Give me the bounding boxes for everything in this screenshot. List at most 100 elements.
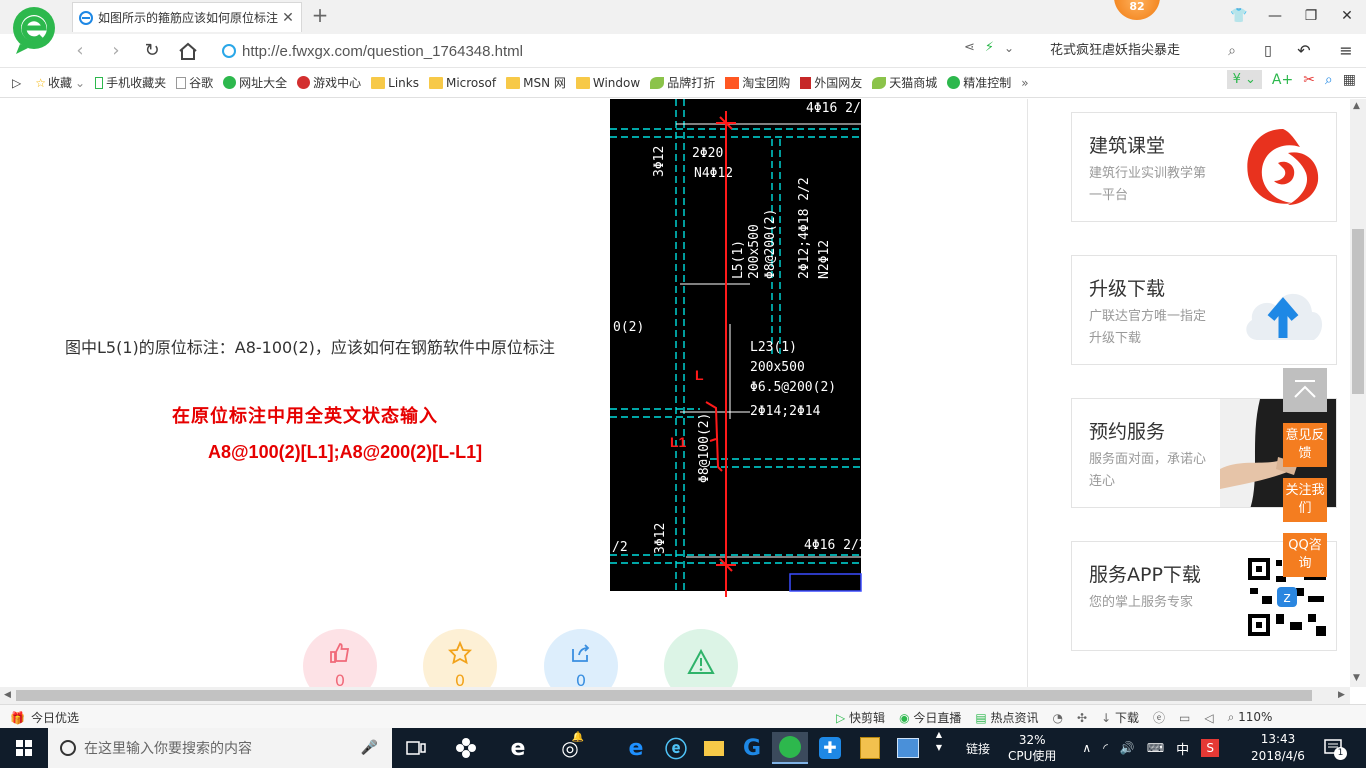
action-center-icon[interactable]: 1 — [1322, 736, 1347, 760]
search-icon[interactable]: ⌕ — [1228, 39, 1236, 63]
share-button[interactable]: 0 — [544, 629, 618, 687]
taskbar-clock[interactable]: 13:43 2018/4/6 — [1246, 731, 1310, 765]
follow-button[interactable]: 关注我们 — [1283, 478, 1327, 522]
feedback-button[interactable]: 意见反馈 — [1283, 423, 1327, 467]
notification-badge[interactable]: 82 — [1114, 0, 1160, 20]
speed-icon[interactable]: ◔ — [1053, 711, 1063, 725]
search-input[interactable]: 花式疯狂虐妖指尖暴走 ⌕ — [1042, 39, 1242, 63]
ie-blue-app-icon[interactable]: ⓔ — [658, 732, 694, 764]
window-icon[interactable]: ▭ — [1179, 711, 1190, 725]
scroll-up-icon[interactable]: ▲ — [1353, 101, 1360, 111]
zoom-level[interactable]: ⌕ 110% — [1228, 710, 1273, 725]
pinwheel-app-icon[interactable] — [448, 732, 484, 764]
sidebar-toggle-icon[interactable]: ▷ — [12, 76, 21, 90]
skin-icon[interactable]: 👕 — [1226, 6, 1252, 26]
pin-icon[interactable]: ✣ — [1077, 711, 1087, 725]
bookmark-brand[interactable]: 品牌打折 — [650, 74, 715, 91]
search-ext-icon[interactable]: ⌕ — [1325, 72, 1333, 88]
bookmark-taobao[interactable]: 淘宝团购 — [725, 74, 790, 91]
wifi-icon[interactable]: ◜ — [1103, 741, 1108, 755]
blue-tool-app-icon[interactable]: ✚ — [812, 732, 848, 764]
favorite-button[interactable]: 0 — [423, 629, 497, 687]
bookmark-games[interactable]: 游戏中心 — [297, 74, 361, 91]
ie-app-icon[interactable]: e — [500, 732, 536, 764]
sogou-ime-icon[interactable]: S — [1201, 739, 1220, 757]
taskbar-overflow[interactable]: ▲ ▼ — [934, 728, 944, 768]
bookmark-foreign[interactable]: 外国网友 — [800, 74, 862, 91]
edge-app-icon[interactable]: e — [618, 732, 654, 764]
menu-icon[interactable]: ≡ — [1334, 40, 1358, 62]
card-title: 建筑课堂 — [1089, 135, 1166, 157]
bookmark-windows[interactable]: Window — [575, 76, 640, 90]
bookmark-microsoft[interactable]: Microsof — [428, 76, 496, 90]
task-view-icon[interactable] — [398, 732, 434, 764]
apps-grid-icon[interactable]: ▦ — [1343, 72, 1356, 88]
scroll-thumb[interactable] — [1352, 229, 1364, 394]
yen-icon[interactable]: ¥ ⌄ — [1226, 70, 1262, 89]
file-explorer-icon[interactable] — [696, 732, 732, 764]
360-browser-app-icon[interactable] — [772, 732, 808, 764]
blue-window-app-icon[interactable] — [890, 732, 926, 764]
ime-indicator[interactable]: 中 — [1176, 739, 1189, 758]
bookmark-msn[interactable]: MSN 网 — [506, 74, 566, 91]
like-button[interactable]: 0 — [303, 629, 377, 687]
sound-icon[interactable]: ◁ — [1204, 711, 1213, 725]
tray-link-label[interactable]: 链接 — [966, 740, 990, 757]
bookmark-favorites[interactable]: ☆ 收藏 ⌄ — [35, 74, 85, 91]
glodon-app-icon[interactable]: G — [734, 732, 770, 764]
forward-icon[interactable]: › — [104, 40, 128, 62]
scroll-right-icon[interactable]: ▶ — [1338, 690, 1345, 700]
browser-logo-icon[interactable] — [10, 6, 58, 56]
minimize-icon[interactable]: — — [1262, 6, 1288, 26]
vertical-scrollbar[interactable]: ▲ ▼ — [1350, 99, 1366, 687]
scissors-icon[interactable]: ✂ — [1303, 72, 1315, 88]
qq-consult-button[interactable]: QQ咨询 — [1283, 533, 1327, 577]
back-to-top-button[interactable] — [1283, 368, 1327, 412]
status-clip[interactable]: ▷ 快剪辑 — [836, 709, 885, 726]
status-left[interactable]: 🎁 今日优选 — [10, 709, 79, 726]
ie-mode-icon[interactable]: ⓔ — [1153, 709, 1165, 726]
tab-active[interactable]: 如图所示的箍筋应该如何原位标注 ✕ — [72, 2, 302, 32]
notepad-app-icon[interactable] — [852, 732, 888, 764]
bookmark-tmall[interactable]: 天猫商城 — [872, 74, 937, 91]
sidebar-card-upgrade[interactable]: 升级下载 广联达官方唯一指定升级下载 — [1071, 255, 1337, 365]
volume-icon[interactable]: 🔊 — [1120, 741, 1135, 755]
scroll-left-icon[interactable]: ◀ — [4, 690, 11, 700]
tray-expand-icon[interactable]: ∧ — [1082, 741, 1091, 755]
restore-icon[interactable]: ❐ — [1298, 6, 1324, 26]
status-download[interactable]: ↓ 下载 — [1101, 709, 1139, 726]
keyboard-icon[interactable]: ⌨ — [1147, 741, 1164, 755]
scroll-thumb[interactable] — [16, 690, 1312, 701]
new-tab-button[interactable]: + — [308, 4, 332, 28]
bookmark-precise[interactable]: 精准控制 — [947, 74, 1011, 91]
bookmarks-more[interactable]: » — [1021, 76, 1028, 90]
chevron-down-icon[interactable]: ⌄ — [1004, 41, 1014, 55]
bookmark-links[interactable]: Links — [371, 76, 419, 90]
cpu-usage[interactable]: 32% CPU使用 — [1008, 732, 1056, 764]
home-icon[interactable] — [176, 40, 200, 62]
status-live[interactable]: ◉ 今日直播 — [899, 709, 961, 726]
refresh-icon[interactable]: ↻ — [140, 40, 164, 62]
bookmark-mobile[interactable]: 手机收藏夹 — [95, 74, 166, 91]
close-window-icon[interactable]: ✕ — [1334, 6, 1360, 26]
back-icon[interactable]: ‹ — [68, 40, 92, 62]
windows-start-icon[interactable] — [0, 728, 48, 768]
bookmark-google[interactable]: 谷歌 — [176, 74, 213, 91]
taskbar-search-input[interactable]: 在这里输入你要搜索的内容 🎤 — [48, 728, 392, 768]
share-icon[interactable]: ⋖ — [964, 40, 975, 55]
scroll-down-icon[interactable]: ▼ — [1353, 673, 1360, 683]
phone-icon[interactable]: ▯ — [1256, 40, 1280, 62]
sidebar-card-course[interactable]: 建筑课堂 建筑行业实训教学第一平台 — [1071, 112, 1337, 222]
url-input[interactable]: http://e.fwxgx.com/question_1764348.html — [222, 39, 962, 63]
lightning-icon[interactable]: ⚡ — [985, 40, 994, 55]
spiral-app-icon[interactable]: ◎ 🔔 — [552, 732, 588, 764]
status-news[interactable]: ▤ 热点资讯 — [975, 709, 1038, 726]
tab-close-icon[interactable]: ✕ — [281, 10, 295, 26]
translate-icon[interactable]: A+ — [1272, 72, 1293, 88]
microphone-icon[interactable]: 🎤 — [361, 740, 378, 756]
horizontal-scrollbar[interactable]: ◀ ▶ — [0, 687, 1350, 704]
undo-icon[interactable]: ↶ — [1292, 40, 1316, 62]
address-tools: ⋖ ⚡ ⌄ — [964, 40, 1014, 55]
report-button[interactable] — [664, 629, 738, 687]
bookmark-sites[interactable]: 网址大全 — [223, 74, 287, 91]
